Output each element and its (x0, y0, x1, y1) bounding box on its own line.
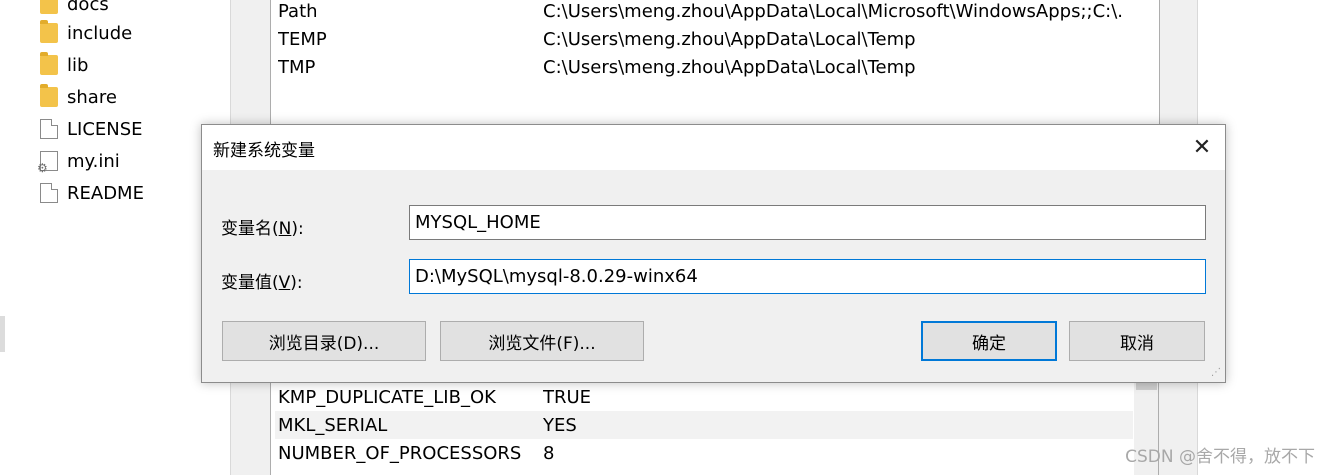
variable-value-input[interactable] (409, 259, 1206, 294)
browse-file-button[interactable]: 浏览文件(F)... (440, 321, 644, 361)
file-item-label: lib (67, 54, 89, 76)
resize-grip-icon[interactable]: ⋰ (1211, 368, 1223, 380)
variable-name: TEMP (278, 28, 327, 50)
file-item-include[interactable]: include (40, 18, 132, 48)
variable-name-input[interactable] (409, 205, 1206, 240)
explorer-file-list: docs include lib share LICENSE my.ini RE… (0, 0, 232, 475)
folder-icon (40, 52, 58, 75)
dialog-title: 新建系统变量 (213, 141, 315, 161)
dialog-titlebar[interactable]: 新建系统变量 ✕ (202, 125, 1225, 170)
variable-value: 8 (543, 442, 555, 464)
file-item-label: docs (67, 0, 109, 15)
file-item-share[interactable]: share (40, 82, 117, 112)
variable-name: KMP_DUPLICATE_LIB_OK (278, 386, 496, 408)
folder-icon (40, 20, 58, 43)
file-icon (40, 119, 58, 139)
variable-name: MKL_SERIAL (278, 414, 388, 436)
file-item-my-ini[interactable]: my.ini (37, 146, 120, 176)
browse-directory-button[interactable]: 浏览目录(D)... (222, 321, 426, 361)
file-icon (40, 183, 58, 203)
file-item-readme[interactable]: README (40, 178, 144, 208)
new-system-variable-dialog: 新建系统变量 ✕ 变量名(N): 变量值(V): 浏览目录(D)... 浏览文件… (201, 124, 1226, 383)
system-variable-row-mkl[interactable]: MKL_SERIAL YES (275, 411, 1133, 439)
file-item-license[interactable]: LICENSE (40, 114, 143, 144)
file-item-label: README (67, 182, 144, 204)
system-variable-row-processors[interactable]: NUMBER_OF_PROCESSORS 8 (278, 439, 1123, 467)
variable-value-label: 变量值(V): (221, 273, 303, 293)
variable-value: C:\Users\meng.zhou\AppData\Local\Temp (543, 56, 916, 78)
config-file-icon (37, 151, 58, 175)
variable-value: C:\Users\meng.zhou\AppData\Local\Microso… (543, 0, 1123, 22)
variable-name-label: 变量名(N): (221, 219, 304, 239)
variable-value: C:\Users\meng.zhou\AppData\Local\Temp (543, 28, 916, 50)
folder-icon (40, 84, 58, 107)
variable-value: YES (543, 414, 577, 436)
file-item-label: include (67, 22, 133, 44)
system-variable-row-kmp[interactable]: KMP_DUPLICATE_LIB_OK TRUE (278, 383, 1123, 411)
file-item-label: my.ini (67, 150, 120, 172)
watermark: CSDN @舍不得，放不下 (1125, 447, 1315, 467)
user-variable-row-path[interactable]: Path C:\Users\meng.zhou\AppData\Local\Mi… (278, 0, 1123, 25)
folder-icon (40, 0, 58, 14)
explorer-scroll-indicator[interactable] (0, 316, 5, 352)
variable-name: TMP (278, 56, 316, 78)
user-variable-row-temp[interactable]: TEMP C:\Users\meng.zhou\AppData\Local\Te… (278, 25, 1123, 53)
ok-button[interactable]: 确定 (921, 321, 1057, 361)
scrollbar-thumb[interactable] (1136, 382, 1157, 390)
file-item-docs[interactable]: docs (40, 0, 109, 19)
file-item-label: LICENSE (67, 118, 143, 140)
file-item-label: share (67, 86, 117, 108)
variable-name: NUMBER_OF_PROCESSORS (278, 442, 522, 464)
variable-value: TRUE (543, 386, 592, 408)
file-item-lib[interactable]: lib (40, 50, 88, 80)
close-button[interactable]: ✕ (1179, 125, 1225, 170)
cancel-button[interactable]: 取消 (1069, 321, 1205, 361)
close-icon: ✕ (1192, 135, 1212, 160)
user-variable-row-tmp[interactable]: TMP C:\Users\meng.zhou\AppData\Local\Tem… (278, 53, 1123, 81)
variable-name: Path (278, 0, 318, 22)
